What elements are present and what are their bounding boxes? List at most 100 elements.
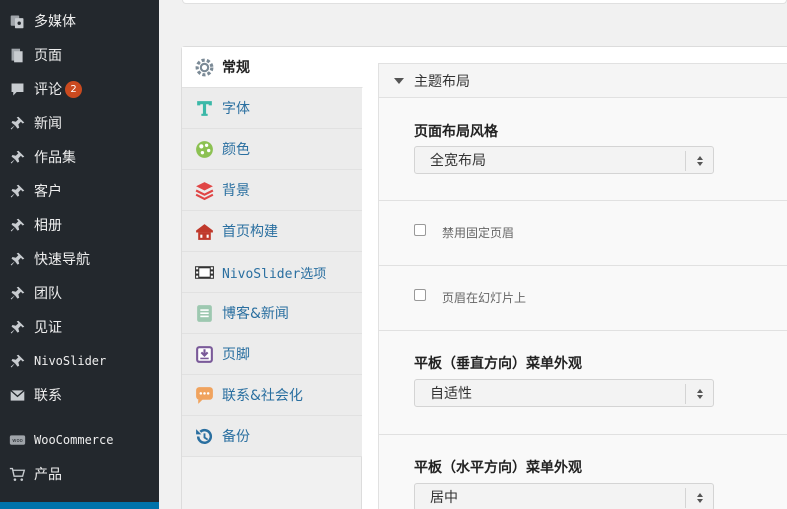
- menu-item-label: 作品集: [34, 150, 76, 166]
- menu-item-media[interactable]: 多媒体: [0, 4, 159, 38]
- speech-bubble-icon: [193, 384, 215, 406]
- menu-item-clients[interactable]: 客户: [0, 174, 159, 208]
- menu-item-testimonials[interactable]: 见证: [0, 310, 159, 344]
- header-on-slider-checkbox[interactable]: [414, 289, 426, 301]
- tab-label: 背景: [222, 183, 250, 199]
- menu-item-label: 多媒体: [34, 14, 76, 30]
- footer-download-icon: [193, 343, 215, 365]
- tab-backup[interactable]: 备份: [182, 416, 362, 457]
- menu-item-label: 快速导航: [34, 252, 90, 268]
- menu-item-label: 新闻: [34, 116, 62, 132]
- layout-style-select[interactable]: 全宽布局: [414, 146, 714, 174]
- tab-label: 颜色: [222, 142, 250, 158]
- field-disable-fixed-header: 禁用固定页眉: [379, 201, 787, 266]
- caret-down-icon: [394, 77, 404, 84]
- tablet-horizontal-menu-select[interactable]: 居中: [414, 483, 714, 509]
- field-header-on-slider: 页眉在幻灯片上: [379, 266, 787, 331]
- field-title: 页面布局风格: [414, 124, 498, 140]
- field-tablet-horizontal-menu: 平板（水平方向）菜单外观 居中: [379, 435, 787, 509]
- palette-icon: [193, 138, 215, 160]
- section-title: 主题布局: [414, 73, 470, 90]
- cart-icon: [8, 465, 26, 483]
- menu-item-label: 客户: [34, 184, 62, 200]
- select-arrows-icon: [685, 488, 713, 508]
- field-layout-style: 页面布局风格 全宽布局: [379, 99, 787, 201]
- tab-colors[interactable]: 颜色: [182, 129, 362, 170]
- tab-contact-social[interactable]: 联系&社会化: [182, 375, 362, 416]
- disable-fixed-header-checkbox[interactable]: [414, 224, 426, 236]
- select-value: 居中: [430, 490, 458, 506]
- menu-item-label: 评论: [34, 82, 62, 98]
- media-icon: [8, 12, 26, 30]
- pin-icon: [8, 182, 26, 200]
- tab-nivoslider-options[interactable]: NivoSlider选项: [182, 252, 362, 293]
- film-icon: [193, 261, 215, 283]
- pin-icon: [8, 318, 26, 336]
- field-tablet-vertical-menu: 平板（垂直方向）菜单外观 自适性: [379, 331, 787, 435]
- menu-item-label: 团队: [34, 286, 62, 302]
- checkbox-label: 页眉在幻灯片上: [442, 291, 527, 305]
- menu-item-news[interactable]: 新闻: [0, 106, 159, 140]
- section-header-theme-layout[interactable]: 主题布局: [379, 64, 787, 98]
- menu-item-portfolio[interactable]: 作品集: [0, 140, 159, 174]
- menu-item-label: NivoSlider: [34, 354, 107, 368]
- layers-icon: [193, 179, 215, 201]
- menu-item-label: 产品: [34, 467, 62, 483]
- checkbox-label: 禁用固定页眉: [442, 226, 515, 240]
- menu-item-gallery[interactable]: 相册: [0, 208, 159, 242]
- tab-label: 常规: [222, 60, 250, 76]
- pin-icon: [8, 114, 26, 132]
- theme-options-panel: 常规 字体 颜色 背景 首页构建 NivoSlider选项 博客&新闻 页脚 联…: [181, 46, 787, 509]
- select-arrows-icon: [685, 384, 713, 404]
- menu-item-label: 相册: [34, 218, 62, 234]
- field-title: 平板（水平方向）菜单外观: [414, 460, 582, 476]
- tab-label: 联系&社会化: [222, 388, 303, 404]
- select-value: 自适性: [430, 386, 472, 402]
- backup-icon: [193, 425, 215, 447]
- tablet-vertical-menu-select[interactable]: 自适性: [414, 379, 714, 407]
- tab-background[interactable]: 背景: [182, 170, 362, 211]
- admin-sidebar: 多媒体 页面 评论 2 新闻 作品集 客户 相册 快速导航 团队 见证 Nivo…: [0, 0, 159, 509]
- tab-homepage-builder[interactable]: 首页构建: [182, 211, 362, 252]
- pin-icon: [8, 250, 26, 268]
- select-value: 全宽布局: [430, 153, 486, 169]
- menu-item-comments[interactable]: 评论 2: [0, 72, 159, 106]
- woocommerce-icon: woo: [8, 431, 26, 449]
- top-notice-box: [182, 0, 787, 4]
- current-menu-highlight: [0, 502, 159, 509]
- comment-count-badge: 2: [65, 80, 82, 98]
- menu-item-nivoslider[interactable]: NivoSlider: [0, 344, 159, 378]
- options-tab-nav: 常规 字体 颜色 背景 首页构建 NivoSlider选项 博客&新闻 页脚 联…: [182, 47, 363, 509]
- tab-footer[interactable]: 页脚: [182, 334, 362, 375]
- tab-label: 博客&新闻: [222, 306, 289, 322]
- pin-icon: [8, 284, 26, 302]
- tab-label: NivoSlider选项: [222, 266, 327, 282]
- menu-item-products[interactable]: 产品: [0, 457, 159, 491]
- tab-label: 页脚: [222, 347, 250, 363]
- field-title: 平板（垂直方向）菜单外观: [414, 356, 582, 372]
- gear-icon: [193, 56, 215, 78]
- tab-general[interactable]: 常规: [182, 47, 363, 88]
- menu-item-pages[interactable]: 页面: [0, 38, 159, 72]
- pin-icon: [8, 352, 26, 370]
- svg-text:woo: woo: [12, 438, 22, 444]
- menu-item-label: 联系: [34, 388, 62, 404]
- menu-item-label: 见证: [34, 320, 62, 336]
- document-icon: [193, 302, 215, 324]
- select-arrows-icon: [685, 151, 713, 171]
- tab-blog-news[interactable]: 博客&新闻: [182, 293, 362, 334]
- menu-item-label: 页面: [34, 48, 62, 64]
- menu-item-label: WooCommerce: [34, 433, 114, 447]
- menu-item-quick-nav[interactable]: 快速导航: [0, 242, 159, 276]
- menu-item-contact[interactable]: 联系: [0, 378, 159, 412]
- pin-icon: [8, 216, 26, 234]
- pin-icon: [8, 148, 26, 166]
- tab-label: 备份: [222, 429, 250, 445]
- tab-typography[interactable]: 字体: [182, 88, 362, 129]
- tab-label: 首页构建: [222, 224, 278, 240]
- mail-icon: [8, 386, 26, 404]
- menu-item-woocommerce[interactable]: woo WooCommerce: [0, 423, 159, 457]
- tab-label: 字体: [222, 101, 250, 117]
- menu-item-team[interactable]: 团队: [0, 276, 159, 310]
- page-icon: [8, 46, 26, 64]
